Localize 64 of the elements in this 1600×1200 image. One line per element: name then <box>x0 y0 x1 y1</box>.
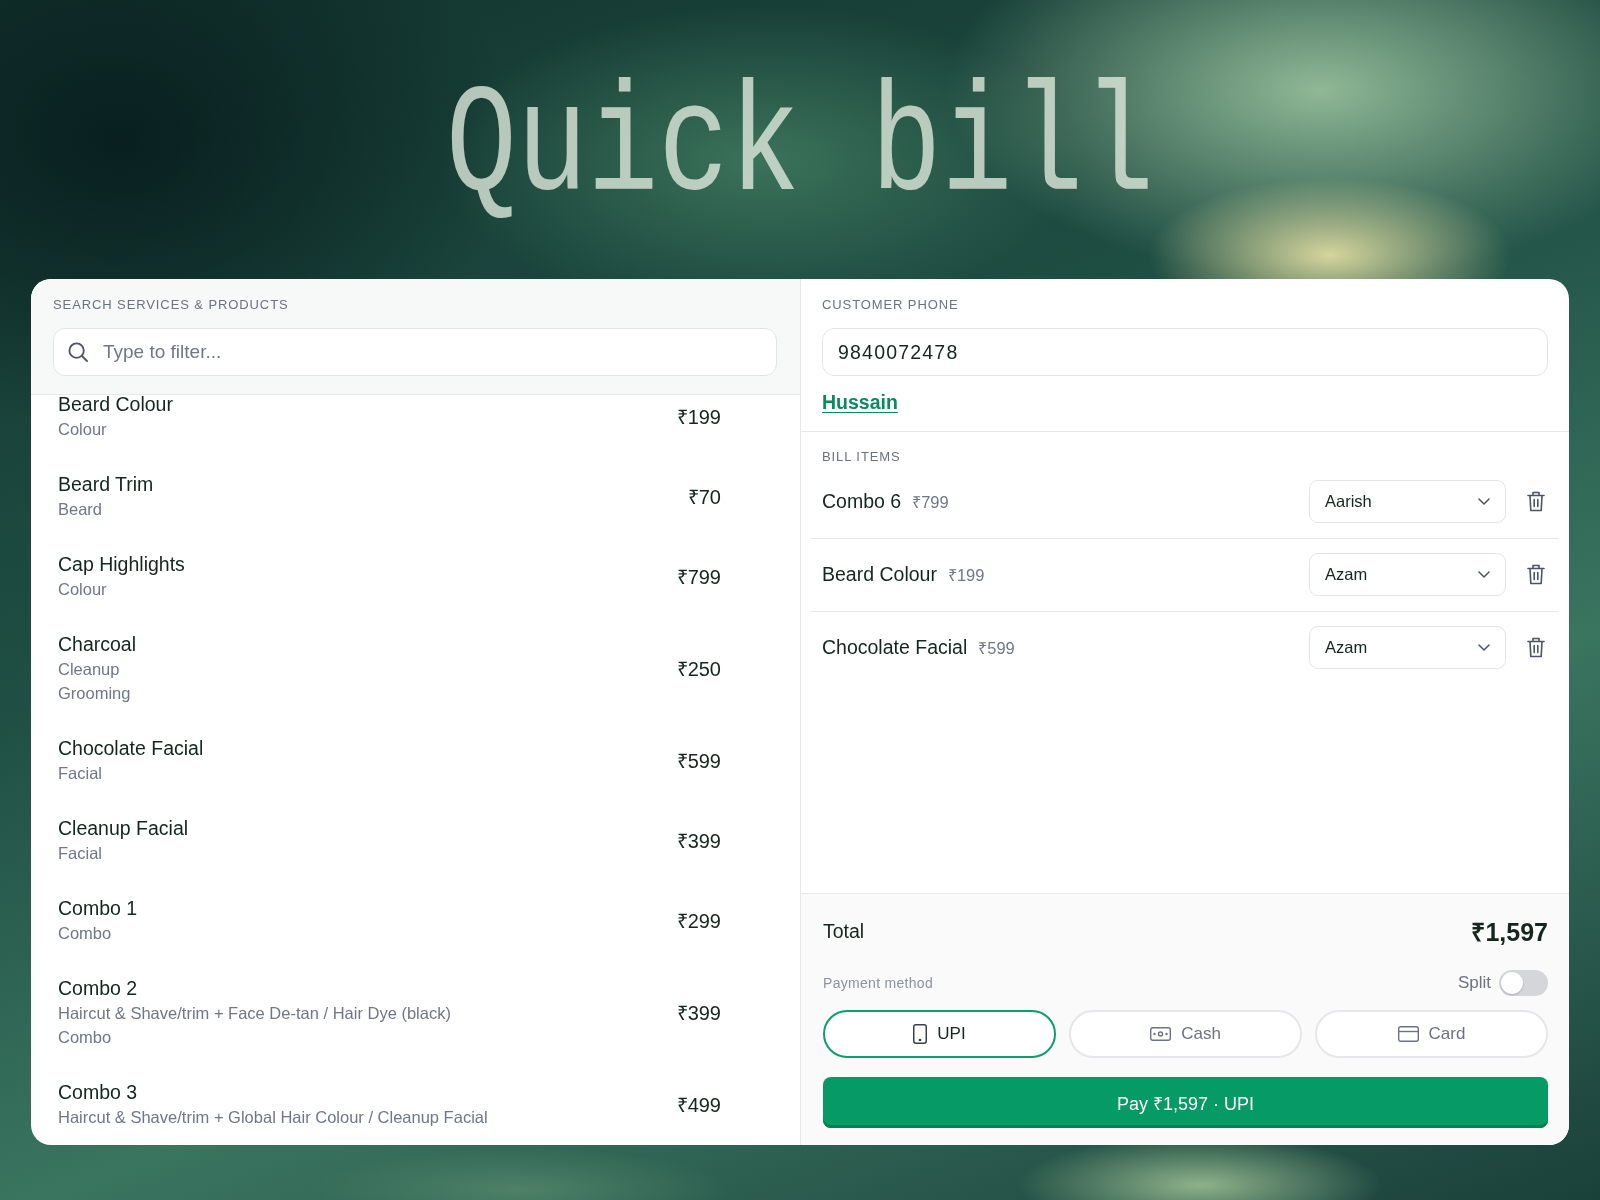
service-price: ₹250 <box>676 656 721 682</box>
service-price: ₹599 <box>676 748 721 774</box>
chevron-down-icon <box>1478 498 1490 505</box>
service-name: Combo 1 <box>58 896 138 921</box>
payment-method-button[interactable]: UPI <box>823 1010 1056 1058</box>
service-price: ₹199 <box>676 404 721 430</box>
service-detail: Facial <box>58 843 103 864</box>
bill-item-price: ₹199 <box>947 565 985 586</box>
service-detail: Beard <box>58 499 104 520</box>
service-detail: Combo <box>58 923 113 944</box>
search-field[interactable]: Type to filter... <box>53 328 777 376</box>
service-detail: Combo <box>58 1027 113 1048</box>
service-name: Beard Colour <box>58 395 173 417</box>
chevron-down-icon <box>1478 571 1490 578</box>
section-label: SEARCH SERVICES & PRODUCTS <box>53 296 290 314</box>
staff-select[interactable]: Azam <box>1309 553 1506 596</box>
total-amount: ₹1,597 <box>1471 917 1548 948</box>
credit-card-icon <box>1397 1026 1419 1042</box>
staff-select[interactable]: Aarish <box>1309 480 1506 523</box>
trash-icon[interactable] <box>1527 564 1545 585</box>
service-name: Charcoal <box>58 632 137 657</box>
service-detail: Colour <box>58 419 108 440</box>
payment-method-button[interactable]: Card <box>1315 1010 1548 1058</box>
app-title: Quick bill <box>444 60 1156 237</box>
service-name: Beard Trim <box>58 472 154 497</box>
chevron-down-icon <box>1478 644 1490 651</box>
bill-item-price: ₹599 <box>978 638 1015 659</box>
bill-item-name: Beard Colour <box>822 563 937 586</box>
service-detail: Cleanup <box>58 659 121 680</box>
bill-item-price: ₹799 <box>912 492 949 513</box>
search-icon <box>68 342 88 362</box>
phone-icon <box>913 1024 928 1044</box>
pay-button[interactable]: Pay ₹1,597 · UPI <box>823 1077 1548 1128</box>
trash-icon[interactable] <box>1527 491 1545 512</box>
service-price: ₹799 <box>676 564 721 590</box>
trash-icon[interactable] <box>1527 637 1545 658</box>
service-price: ₹399 <box>676 828 721 854</box>
customer-name-link[interactable]: Hussain <box>822 391 898 413</box>
payment-method-label: Payment method <box>823 975 934 991</box>
service-detail: Grooming <box>58 683 132 704</box>
split-toggle[interactable] <box>1499 970 1548 996</box>
service-price: ₹499 <box>676 1092 721 1118</box>
service-name: Combo 3 <box>58 1080 139 1105</box>
section-label: BILL ITEMS <box>821 448 902 466</box>
service-price: ₹299 <box>676 908 721 934</box>
service-price: ₹399 <box>676 1000 721 1026</box>
service-name: Combo 2 <box>58 976 139 1001</box>
bill-item-name: Chocolate Facial <box>822 636 968 659</box>
service-name: Chocolate Facial <box>58 736 204 761</box>
service-detail: Colour <box>58 579 108 600</box>
staff-select[interactable]: Azam <box>1309 626 1506 669</box>
total-label: Total <box>823 919 865 943</box>
service-name: Cleanup Facial <box>58 816 189 841</box>
service-detail: Haircut & Shave/trim + Face De-tan / Hair Dye (black) <box>58 1003 451 1024</box>
phone-field[interactable]: 9840072478 <box>822 328 1548 376</box>
payment-method-button[interactable]: Cash <box>1069 1010 1302 1058</box>
split-label: Split <box>1457 973 1491 993</box>
section-label: CUSTOMER PHONE <box>822 296 960 314</box>
service-name: Cap Highlights <box>58 552 185 577</box>
bill-item-name: Combo 6 <box>822 490 902 513</box>
service-price: ₹70 <box>687 484 721 510</box>
service-detail: Facial <box>58 763 103 784</box>
service-detail: Haircut & Shave/trim + Global Hair Colour / Cleanup Facial <box>58 1107 488 1128</box>
cash-icon <box>1150 1027 1172 1041</box>
